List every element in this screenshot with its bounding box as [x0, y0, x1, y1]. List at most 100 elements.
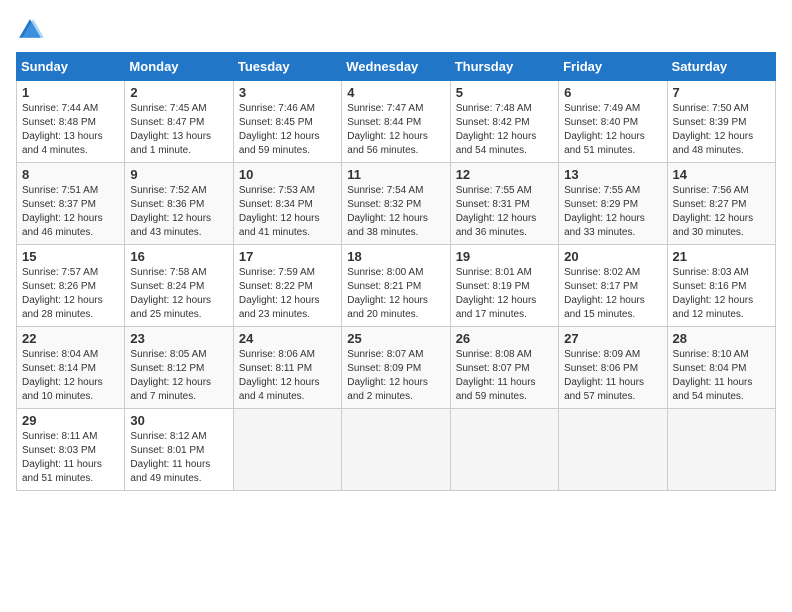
day-info: Sunrise: 7:55 AM Sunset: 8:31 PM Dayligh… — [456, 184, 553, 240]
calendar-week-row: 22 Sunrise: 8:04 AM Sunset: 8:14 PM Dayl… — [17, 327, 776, 409]
calendar-day-cell: 29 Sunrise: 8:11 AM Sunset: 8:03 PM Dayl… — [17, 409, 125, 491]
weekday-header: Monday — [125, 53, 233, 81]
day-info: Sunrise: 8:10 AM Sunset: 8:04 PM Dayligh… — [673, 348, 770, 404]
calendar-day-cell: 22 Sunrise: 8:04 AM Sunset: 8:14 PM Dayl… — [17, 327, 125, 409]
calendar-day-cell: 11 Sunrise: 7:54 AM Sunset: 8:32 PM Dayl… — [342, 163, 450, 245]
calendar-day-cell: 28 Sunrise: 8:10 AM Sunset: 8:04 PM Dayl… — [667, 327, 775, 409]
day-number: 24 — [239, 331, 336, 346]
calendar-day-cell: 3 Sunrise: 7:46 AM Sunset: 8:45 PM Dayli… — [233, 81, 341, 163]
day-number: 8 — [22, 167, 119, 182]
calendar-day-cell — [559, 409, 667, 491]
day-info: Sunrise: 7:45 AM Sunset: 8:47 PM Dayligh… — [130, 102, 227, 158]
calendar-day-cell — [667, 409, 775, 491]
calendar-day-cell: 8 Sunrise: 7:51 AM Sunset: 8:37 PM Dayli… — [17, 163, 125, 245]
day-number: 16 — [130, 249, 227, 264]
header — [16, 16, 776, 44]
day-info: Sunrise: 8:00 AM Sunset: 8:21 PM Dayligh… — [347, 266, 444, 322]
day-info: Sunrise: 7:47 AM Sunset: 8:44 PM Dayligh… — [347, 102, 444, 158]
calendar-day-cell: 5 Sunrise: 7:48 AM Sunset: 8:42 PM Dayli… — [450, 81, 558, 163]
day-info: Sunrise: 8:02 AM Sunset: 8:17 PM Dayligh… — [564, 266, 661, 322]
day-number: 12 — [456, 167, 553, 182]
day-info: Sunrise: 7:52 AM Sunset: 8:36 PM Dayligh… — [130, 184, 227, 240]
calendar-day-cell — [233, 409, 341, 491]
calendar-day-cell: 7 Sunrise: 7:50 AM Sunset: 8:39 PM Dayli… — [667, 81, 775, 163]
calendar-day-cell: 17 Sunrise: 7:59 AM Sunset: 8:22 PM Dayl… — [233, 245, 341, 327]
day-info: Sunrise: 7:58 AM Sunset: 8:24 PM Dayligh… — [130, 266, 227, 322]
day-number: 1 — [22, 85, 119, 100]
calendar-day-cell: 6 Sunrise: 7:49 AM Sunset: 8:40 PM Dayli… — [559, 81, 667, 163]
calendar-day-cell: 27 Sunrise: 8:09 AM Sunset: 8:06 PM Dayl… — [559, 327, 667, 409]
calendar-day-cell: 26 Sunrise: 8:08 AM Sunset: 8:07 PM Dayl… — [450, 327, 558, 409]
day-number: 28 — [673, 331, 770, 346]
calendar-day-cell: 15 Sunrise: 7:57 AM Sunset: 8:26 PM Dayl… — [17, 245, 125, 327]
calendar-table: SundayMondayTuesdayWednesdayThursdayFrid… — [16, 52, 776, 491]
weekday-header: Wednesday — [342, 53, 450, 81]
day-number: 25 — [347, 331, 444, 346]
day-number: 2 — [130, 85, 227, 100]
weekday-header: Saturday — [667, 53, 775, 81]
calendar-day-cell: 20 Sunrise: 8:02 AM Sunset: 8:17 PM Dayl… — [559, 245, 667, 327]
logo — [16, 16, 48, 44]
day-info: Sunrise: 7:56 AM Sunset: 8:27 PM Dayligh… — [673, 184, 770, 240]
day-info: Sunrise: 8:03 AM Sunset: 8:16 PM Dayligh… — [673, 266, 770, 322]
day-number: 20 — [564, 249, 661, 264]
day-info: Sunrise: 7:44 AM Sunset: 8:48 PM Dayligh… — [22, 102, 119, 158]
calendar-day-cell: 12 Sunrise: 7:55 AM Sunset: 8:31 PM Dayl… — [450, 163, 558, 245]
day-number: 18 — [347, 249, 444, 264]
day-info: Sunrise: 7:50 AM Sunset: 8:39 PM Dayligh… — [673, 102, 770, 158]
calendar-day-cell: 14 Sunrise: 7:56 AM Sunset: 8:27 PM Dayl… — [667, 163, 775, 245]
calendar-week-row: 8 Sunrise: 7:51 AM Sunset: 8:37 PM Dayli… — [17, 163, 776, 245]
day-info: Sunrise: 8:05 AM Sunset: 8:12 PM Dayligh… — [130, 348, 227, 404]
logo-icon — [16, 16, 44, 44]
day-number: 23 — [130, 331, 227, 346]
day-number: 13 — [564, 167, 661, 182]
day-info: Sunrise: 7:55 AM Sunset: 8:29 PM Dayligh… — [564, 184, 661, 240]
calendar-day-cell: 4 Sunrise: 7:47 AM Sunset: 8:44 PM Dayli… — [342, 81, 450, 163]
day-info: Sunrise: 8:01 AM Sunset: 8:19 PM Dayligh… — [456, 266, 553, 322]
day-info: Sunrise: 8:09 AM Sunset: 8:06 PM Dayligh… — [564, 348, 661, 404]
day-info: Sunrise: 7:59 AM Sunset: 8:22 PM Dayligh… — [239, 266, 336, 322]
weekday-header: Friday — [559, 53, 667, 81]
day-number: 14 — [673, 167, 770, 182]
calendar-day-cell: 19 Sunrise: 8:01 AM Sunset: 8:19 PM Dayl… — [450, 245, 558, 327]
calendar-day-cell: 24 Sunrise: 8:06 AM Sunset: 8:11 PM Dayl… — [233, 327, 341, 409]
day-info: Sunrise: 7:54 AM Sunset: 8:32 PM Dayligh… — [347, 184, 444, 240]
calendar-day-cell: 21 Sunrise: 8:03 AM Sunset: 8:16 PM Dayl… — [667, 245, 775, 327]
calendar-day-cell: 2 Sunrise: 7:45 AM Sunset: 8:47 PM Dayli… — [125, 81, 233, 163]
weekday-header: Sunday — [17, 53, 125, 81]
day-number: 21 — [673, 249, 770, 264]
day-info: Sunrise: 8:11 AM Sunset: 8:03 PM Dayligh… — [22, 430, 119, 486]
day-number: 17 — [239, 249, 336, 264]
day-number: 29 — [22, 413, 119, 428]
day-number: 11 — [347, 167, 444, 182]
header-row: SundayMondayTuesdayWednesdayThursdayFrid… — [17, 53, 776, 81]
calendar-week-row: 29 Sunrise: 8:11 AM Sunset: 8:03 PM Dayl… — [17, 409, 776, 491]
calendar-day-cell: 16 Sunrise: 7:58 AM Sunset: 8:24 PM Dayl… — [125, 245, 233, 327]
day-number: 10 — [239, 167, 336, 182]
weekday-header: Tuesday — [233, 53, 341, 81]
day-number: 26 — [456, 331, 553, 346]
calendar-day-cell: 18 Sunrise: 8:00 AM Sunset: 8:21 PM Dayl… — [342, 245, 450, 327]
day-info: Sunrise: 7:57 AM Sunset: 8:26 PM Dayligh… — [22, 266, 119, 322]
day-info: Sunrise: 7:46 AM Sunset: 8:45 PM Dayligh… — [239, 102, 336, 158]
day-number: 22 — [22, 331, 119, 346]
day-info: Sunrise: 7:51 AM Sunset: 8:37 PM Dayligh… — [22, 184, 119, 240]
day-info: Sunrise: 8:06 AM Sunset: 8:11 PM Dayligh… — [239, 348, 336, 404]
calendar-day-cell: 30 Sunrise: 8:12 AM Sunset: 8:01 PM Dayl… — [125, 409, 233, 491]
calendar-day-cell — [450, 409, 558, 491]
day-number: 27 — [564, 331, 661, 346]
day-number: 19 — [456, 249, 553, 264]
calendar-week-row: 15 Sunrise: 7:57 AM Sunset: 8:26 PM Dayl… — [17, 245, 776, 327]
day-number: 5 — [456, 85, 553, 100]
calendar-day-cell: 9 Sunrise: 7:52 AM Sunset: 8:36 PM Dayli… — [125, 163, 233, 245]
calendar-day-cell: 23 Sunrise: 8:05 AM Sunset: 8:12 PM Dayl… — [125, 327, 233, 409]
calendar-day-cell: 25 Sunrise: 8:07 AM Sunset: 8:09 PM Dayl… — [342, 327, 450, 409]
day-number: 9 — [130, 167, 227, 182]
day-info: Sunrise: 8:12 AM Sunset: 8:01 PM Dayligh… — [130, 430, 227, 486]
day-info: Sunrise: 7:48 AM Sunset: 8:42 PM Dayligh… — [456, 102, 553, 158]
day-info: Sunrise: 7:49 AM Sunset: 8:40 PM Dayligh… — [564, 102, 661, 158]
day-number: 3 — [239, 85, 336, 100]
day-number: 4 — [347, 85, 444, 100]
calendar-day-cell — [342, 409, 450, 491]
day-info: Sunrise: 7:53 AM Sunset: 8:34 PM Dayligh… — [239, 184, 336, 240]
